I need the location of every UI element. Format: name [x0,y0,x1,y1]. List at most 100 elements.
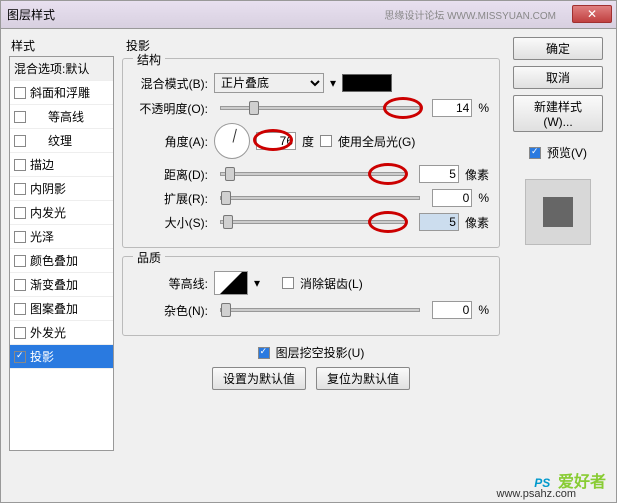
style-label: 图案叠加 [30,300,78,317]
arrow-icon: ▾ [330,76,336,90]
angle-input[interactable] [256,132,296,150]
style-checkbox[interactable] [14,255,26,267]
close-button[interactable]: ✕ [572,5,612,23]
distance-row: 距离(D): 像素 [133,165,489,183]
knockout-row: 图层挖空投影(U) [122,344,500,361]
noise-label: 杂色(N): [133,302,208,319]
style-label: 纹理 [30,132,72,149]
global-light-checkbox[interactable] [320,135,332,147]
style-label: 外发光 [30,324,66,341]
size-row: 大小(S): 像素 [133,213,489,231]
noise-input[interactable] [432,301,472,319]
preview-box [525,179,591,245]
style-label: 颜色叠加 [30,252,78,269]
angle-unit: 度 [302,133,314,150]
cancel-button[interactable]: 取消 [513,66,603,89]
style-row[interactable]: 颜色叠加 [10,249,113,273]
style-label: 等高线 [30,108,84,125]
antialias-label: 消除锯齿(L) [300,275,363,292]
default-buttons-row: 设置为默认值 复位为默认值 [122,367,500,390]
noise-unit: % [478,303,489,317]
styles-header: 样式 [9,37,114,54]
style-row[interactable]: 纹理 [10,129,113,153]
spread-label: 扩展(R): [133,190,208,207]
style-row[interactable]: 内发光 [10,201,113,225]
angle-dial[interactable] [214,123,250,159]
knockout-checkbox[interactable] [258,347,270,359]
size-label: 大小(S): [133,214,208,231]
opacity-slider[interactable] [220,106,420,110]
preview-label: 预览(V) [547,144,587,161]
color-swatch[interactable] [342,74,392,92]
size-input[interactable] [419,213,459,231]
spread-row: 扩展(R): % [133,189,489,207]
contour-row: 等高线: ▾ 消除锯齿(L) [133,271,489,295]
quality-group: 品质 等高线: ▾ 消除锯齿(L) 杂色(N): % [122,256,500,336]
spread-input[interactable] [432,189,472,207]
preview-swatch [543,197,573,227]
style-checkbox[interactable] [14,327,26,339]
watermark-text: 思缘设计论坛 WWW.MISSYUAN.COM [384,7,556,22]
style-list[interactable]: 混合选项:默认 斜面和浮雕等高线纹理描边内阴影内发光光泽颜色叠加渐变叠加图案叠加… [9,56,114,451]
angle-row: 角度(A): 度 使用全局光(G) [133,123,489,159]
style-row[interactable]: 渐变叠加 [10,273,113,297]
size-unit: 像素 [465,214,489,231]
structure-group: 结构 混合模式(B): 正片叠底 ▾ 不透明度(O): % [122,58,500,248]
style-row[interactable]: 内阴影 [10,177,113,201]
style-label: 渐变叠加 [30,276,78,293]
style-checkbox[interactable] [14,279,26,291]
noise-row: 杂色(N): % [133,301,489,319]
quality-legend: 品质 [133,249,165,266]
style-row[interactable]: 光泽 [10,225,113,249]
structure-legend: 结构 [133,51,165,68]
blend-mode-row: 混合模式(B): 正片叠底 ▾ [133,73,489,93]
style-checkbox[interactable] [14,159,26,171]
style-label: 斜面和浮雕 [30,84,90,101]
distance-unit: 像素 [465,166,489,183]
style-checkbox[interactable] [14,207,26,219]
blend-mode-select[interactable]: 正片叠底 [214,73,324,93]
style-row[interactable]: 描边 [10,153,113,177]
styles-column: 样式 混合选项:默认 斜面和浮雕等高线纹理描边内阴影内发光光泽颜色叠加渐变叠加图… [9,37,114,494]
contour-label: 等高线: [133,275,208,292]
style-checkbox[interactable] [14,183,26,195]
set-default-button[interactable]: 设置为默认值 [212,367,306,390]
contour-picker[interactable] [214,271,248,295]
right-column: 确定 取消 新建样式(W)... 预览(V) [508,37,608,494]
style-checkbox[interactable] [14,87,26,99]
size-slider[interactable] [220,220,407,224]
style-checkbox[interactable] [14,135,26,147]
distance-input[interactable] [419,165,459,183]
reset-default-button[interactable]: 复位为默认值 [316,367,410,390]
titlebar: 图层样式 思缘设计论坛 WWW.MISSYUAN.COM ✕ [1,1,616,29]
distance-label: 距离(D): [133,166,208,183]
style-label: 投影 [30,348,54,365]
style-label: 光泽 [30,228,54,245]
noise-slider[interactable] [220,308,420,312]
chevron-down-icon[interactable]: ▾ [254,276,260,290]
style-checkbox[interactable] [14,231,26,243]
global-light-label: 使用全局光(G) [338,133,415,150]
preview-checkbox[interactable] [529,147,541,159]
style-row[interactable]: 等高线 [10,105,113,129]
blend-options-row[interactable]: 混合选项:默认 [10,57,113,81]
spread-slider[interactable] [220,196,420,200]
style-label: 描边 [30,156,54,173]
layer-style-dialog: 图层样式 思缘设计论坛 WWW.MISSYUAN.COM ✕ 样式 混合选项:默… [0,0,617,503]
style-checkbox[interactable] [14,351,26,363]
style-row[interactable]: 图案叠加 [10,297,113,321]
style-checkbox[interactable] [14,303,26,315]
opacity-input[interactable] [432,99,472,117]
opacity-unit: % [478,101,489,115]
style-row[interactable]: 投影 [10,345,113,369]
style-row[interactable]: 斜面和浮雕 [10,81,113,105]
style-label: 内阴影 [30,180,66,197]
distance-slider[interactable] [220,172,407,176]
opacity-label: 不透明度(O): [133,100,208,117]
antialias-checkbox[interactable] [282,277,294,289]
style-label: 内发光 [30,204,66,221]
style-row[interactable]: 外发光 [10,321,113,345]
new-style-button[interactable]: 新建样式(W)... [513,95,603,132]
style-checkbox[interactable] [14,111,26,123]
ok-button[interactable]: 确定 [513,37,603,60]
